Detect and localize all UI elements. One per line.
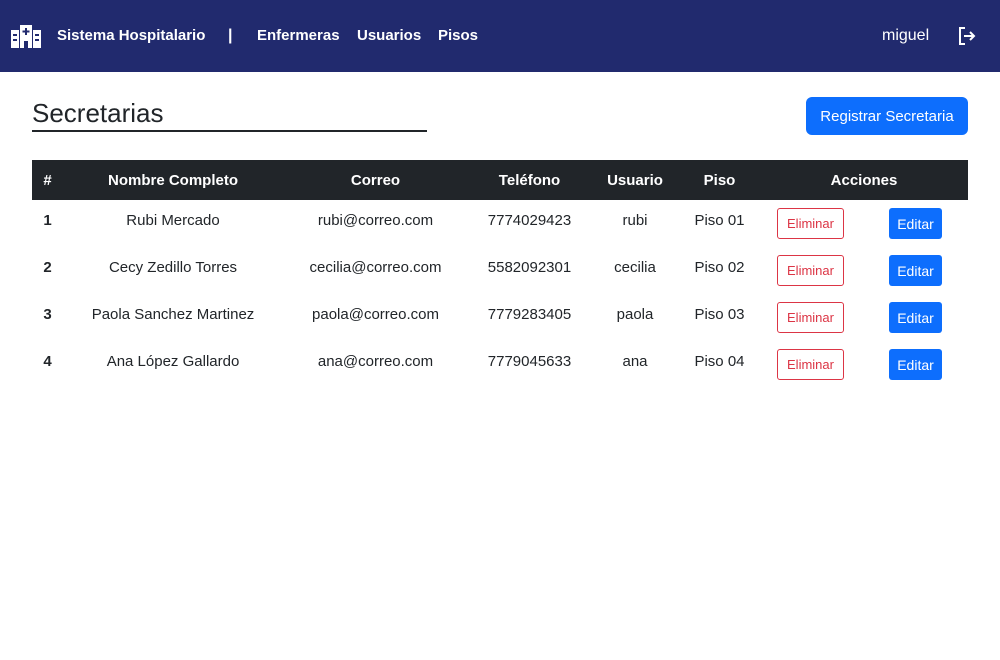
row-name: Rubi Mercado — [126, 211, 220, 229]
secretaries-table: # Nombre Completo Correo Teléfono Usuari… — [32, 160, 968, 388]
row-email: rubi@correo.com — [317, 211, 434, 229]
row-actions: Eliminar Editar — [760, 200, 968, 247]
delete-button[interactable]: Eliminar — [777, 255, 844, 286]
table-row: 4 Ana López Gallardo ana@correo.com 7779… — [32, 341, 968, 388]
logout-icon[interactable] — [957, 26, 977, 46]
nav-link-pisos[interactable]: Pisos — [438, 27, 478, 45]
header-email: Correo — [350, 171, 401, 189]
row-phone: 7779283405 — [487, 305, 572, 323]
title-underline — [32, 130, 427, 132]
row-email: paola@correo.com — [312, 305, 439, 323]
row-name: Ana López Gallardo — [106, 352, 240, 370]
row-phone: 7779045633 — [487, 352, 572, 370]
header-num: # — [43, 171, 52, 189]
table-row: 1 Rubi Mercado rubi@correo.com 777402942… — [32, 200, 968, 247]
row-actions: Eliminar Editar — [760, 247, 968, 294]
row-user: cecilia — [614, 258, 656, 276]
edit-button[interactable]: Editar — [889, 255, 942, 286]
row-floor: Piso 01 — [694, 211, 745, 229]
row-email: cecilia@correo.com — [309, 258, 442, 276]
header-name: Nombre Completo — [107, 171, 238, 189]
row-floor: Piso 03 — [694, 305, 745, 323]
row-floor: Piso 04 — [694, 352, 745, 370]
row-phone: 5582092301 — [487, 258, 572, 276]
table-row: 2 Cecy Zedillo Torres cecilia@correo.com… — [32, 247, 968, 294]
row-name: Paola Sanchez Martinez — [91, 305, 255, 323]
row-number: 4 — [43, 352, 52, 370]
row-phone: 7774029423 — [487, 211, 572, 229]
hospital-icon[interactable] — [11, 25, 41, 48]
nav-link-enfermeras[interactable]: Enfermeras — [257, 27, 340, 45]
row-floor: Piso 02 — [694, 258, 745, 276]
nav-link-usuarios[interactable]: Usuarios — [357, 27, 421, 45]
brand-separator: | — [228, 27, 233, 44]
current-username: miguel — [882, 27, 930, 44]
row-number: 2 — [43, 258, 52, 276]
delete-button[interactable]: Eliminar — [777, 302, 844, 333]
edit-button[interactable]: Editar — [889, 349, 942, 380]
edit-button[interactable]: Editar — [889, 208, 942, 239]
brand-name[interactable]: Sistema Hospitalario — [57, 27, 205, 45]
row-user: paola — [616, 305, 654, 323]
header-floor: Piso — [703, 171, 736, 189]
row-actions: Eliminar Editar — [760, 341, 968, 388]
header-actions: Acciones — [830, 171, 898, 189]
page-title: Secretarias — [32, 98, 164, 128]
row-name: Cecy Zedillo Torres — [108, 258, 238, 276]
register-secretary-button[interactable]: Registrar Secretaria — [806, 97, 968, 135]
row-email: ana@correo.com — [317, 352, 434, 370]
top-navbar: Sistema Hospitalario | Enfermeras Usuari… — [0, 0, 1000, 72]
row-number: 3 — [43, 305, 52, 323]
row-actions: Eliminar Editar — [760, 294, 968, 341]
edit-button[interactable]: Editar — [889, 302, 942, 333]
delete-button[interactable]: Eliminar — [777, 349, 844, 380]
header-phone: Teléfono — [498, 171, 561, 189]
row-user: rubi — [622, 211, 648, 229]
row-user: ana — [622, 352, 648, 370]
delete-button[interactable]: Eliminar — [777, 208, 844, 239]
header-user: Usuario — [607, 171, 663, 189]
table-header-row: # Nombre Completo Correo Teléfono Usuari… — [32, 160, 968, 200]
table-row: 3 Paola Sanchez Martinez paola@correo.co… — [32, 294, 968, 341]
row-number: 1 — [43, 211, 52, 229]
